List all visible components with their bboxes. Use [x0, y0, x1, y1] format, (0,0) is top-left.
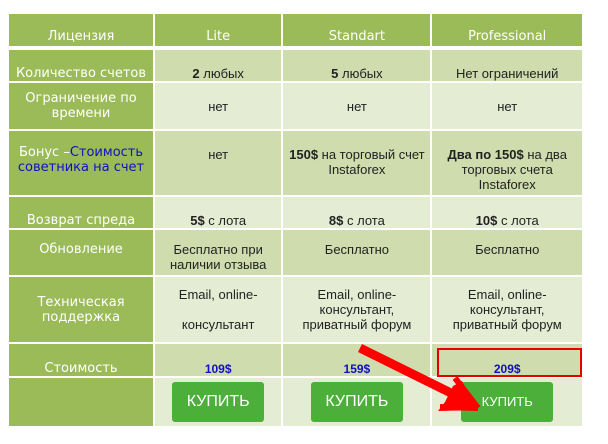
arrow-head-edge	[439, 404, 479, 411]
arrow-shaft	[358, 343, 457, 400]
red-arrow-annotation	[358, 343, 481, 411]
